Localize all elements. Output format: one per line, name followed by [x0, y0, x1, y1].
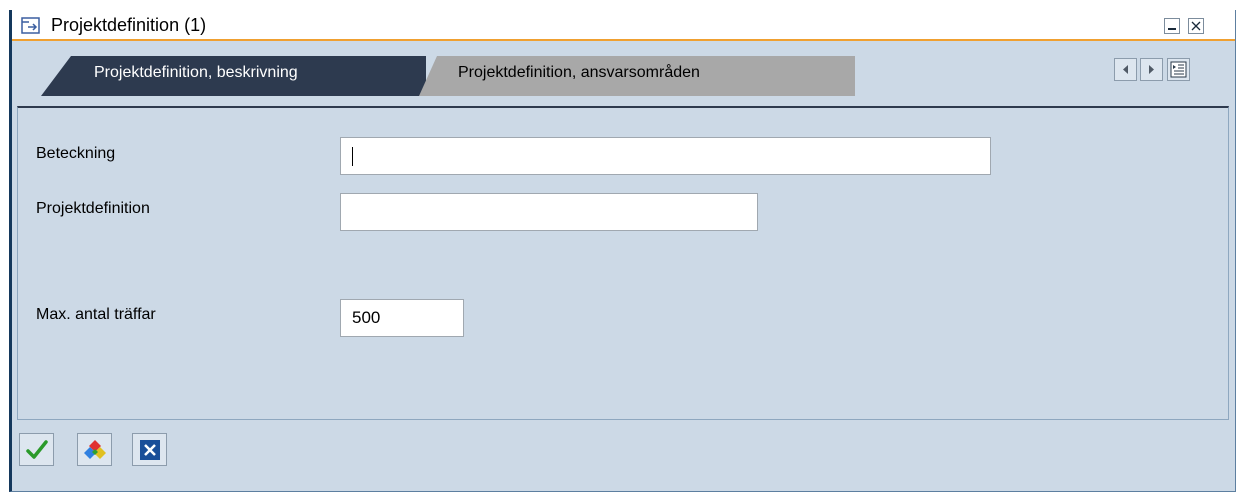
max-hits-label: Max. antal träffar — [36, 306, 156, 323]
tab-list-button[interactable] — [1167, 58, 1190, 81]
close-window-button[interactable] — [1188, 18, 1204, 34]
max-hits-value: 500 — [352, 308, 381, 327]
multiple-selection-button[interactable] — [77, 433, 112, 466]
projektdefinition-label: Projektdefinition — [36, 200, 150, 217]
continue-button[interactable] — [19, 433, 54, 466]
tab-description-label: Projektdefinition, beskrivning — [94, 64, 298, 81]
close-icon — [1191, 21, 1201, 31]
tab-scroll-left-button[interactable] — [1114, 58, 1137, 81]
tab-description[interactable]: Projektdefinition, beskrivning — [41, 54, 426, 96]
tab-scroll-right-button[interactable] — [1140, 58, 1163, 81]
beteckning-field[interactable] — [340, 137, 991, 175]
text-caret — [352, 147, 353, 166]
tab-strip: Projektdefinition, beskrivning Projektde… — [12, 45, 1235, 96]
minimize-button[interactable] — [1164, 18, 1180, 34]
projektdefinition-field[interactable] — [340, 193, 758, 231]
dialog-arrow-icon — [21, 17, 40, 34]
tab-responsibilities-label: Projektdefinition, ansvarsområden — [458, 64, 700, 81]
chevron-right-icon — [1149, 65, 1154, 74]
checkmark-icon — [26, 440, 48, 459]
minimize-icon — [1168, 28, 1176, 30]
tab-list-icon — [1170, 61, 1187, 78]
max-hits-field[interactable]: 500 — [340, 299, 464, 337]
title-bar[interactable]: Projektdefinition (1) — [12, 10, 1235, 41]
chevron-left-icon — [1123, 65, 1128, 74]
dialog-window: Projektdefinition (1) Projektdefinition,… — [9, 10, 1236, 492]
beteckning-label: Beteckning — [36, 145, 116, 162]
cancel-button[interactable] — [132, 433, 167, 466]
close-icon — [140, 440, 160, 460]
multiple-selection-icon — [84, 440, 106, 459]
window-title: Projektdefinition (1) — [51, 15, 207, 35]
tab-responsibilities[interactable]: Projektdefinition, ansvarsområden — [419, 54, 855, 96]
